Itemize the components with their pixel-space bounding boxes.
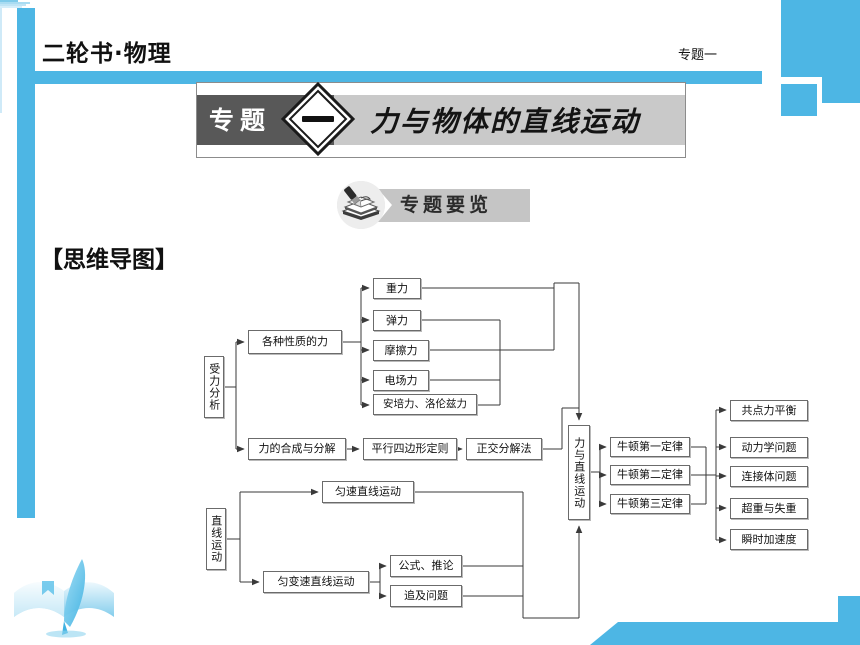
mindmap-diagram: 受力分析 各种性质的力 重力 弹力 摩擦力 电场力 安培力、洛伦兹力 力的合成与… [0, 0, 860, 645]
node-donglixue-wenti[interactable]: 动力学问题 [730, 437, 808, 458]
node-dianchangli[interactable]: 电场力 [373, 370, 429, 391]
node-yunbiansu-zhixian-yundong[interactable]: 匀变速直线运动 [263, 571, 369, 593]
node-shunshi-jiasudu[interactable]: 瞬时加速度 [730, 529, 808, 550]
node-zhixian-yundong[interactable]: 直线运动 [206, 508, 226, 570]
node-shouli-fenxi[interactable]: 受力分析 [204, 356, 224, 418]
node-gezhong-xingzhi-de-li[interactable]: 各种性质的力 [248, 330, 342, 354]
node-anpeili-luolunzili[interactable]: 安培力、洛伦兹力 [373, 394, 477, 415]
node-li-de-hecheng-yu-fenjie[interactable]: 力的合成与分解 [248, 438, 346, 460]
node-li-yu-zhixian-yundong[interactable]: 力与直线运动 [568, 425, 590, 520]
node-gongshi-tuilun[interactable]: 公式、推论 [390, 555, 462, 577]
slide-root: 二轮书·物理 专题一 专题 力与物体的直线运动 专题要览 【思维导图】 受力分析… [0, 0, 860, 645]
node-niudun-disan-dinglv[interactable]: 牛顿第三定律 [610, 494, 690, 514]
node-yunsu-zhixian-yundong[interactable]: 匀速直线运动 [322, 481, 414, 503]
node-zhengjiao-fenjiefa[interactable]: 正交分解法 [466, 438, 542, 460]
node-chaozhong-yu-shizhong[interactable]: 超重与失重 [730, 498, 808, 519]
node-zhuiji-wenti[interactable]: 追及问题 [390, 585, 462, 607]
node-zhongli[interactable]: 重力 [373, 278, 421, 299]
node-pingxing-sibianxing-zeze[interactable]: 平行四边形定则 [363, 438, 457, 460]
node-niudun-dier-dinglv[interactable]: 牛顿第二定律 [610, 465, 690, 485]
node-mocali[interactable]: 摩擦力 [373, 340, 429, 361]
node-niudun-diyi-dinglv[interactable]: 牛顿第一定律 [610, 437, 690, 457]
node-gongdianli-pingheng[interactable]: 共点力平衡 [730, 400, 808, 421]
node-tanli[interactable]: 弹力 [373, 310, 421, 331]
node-lianjieti-wenti[interactable]: 连接体问题 [730, 466, 808, 487]
